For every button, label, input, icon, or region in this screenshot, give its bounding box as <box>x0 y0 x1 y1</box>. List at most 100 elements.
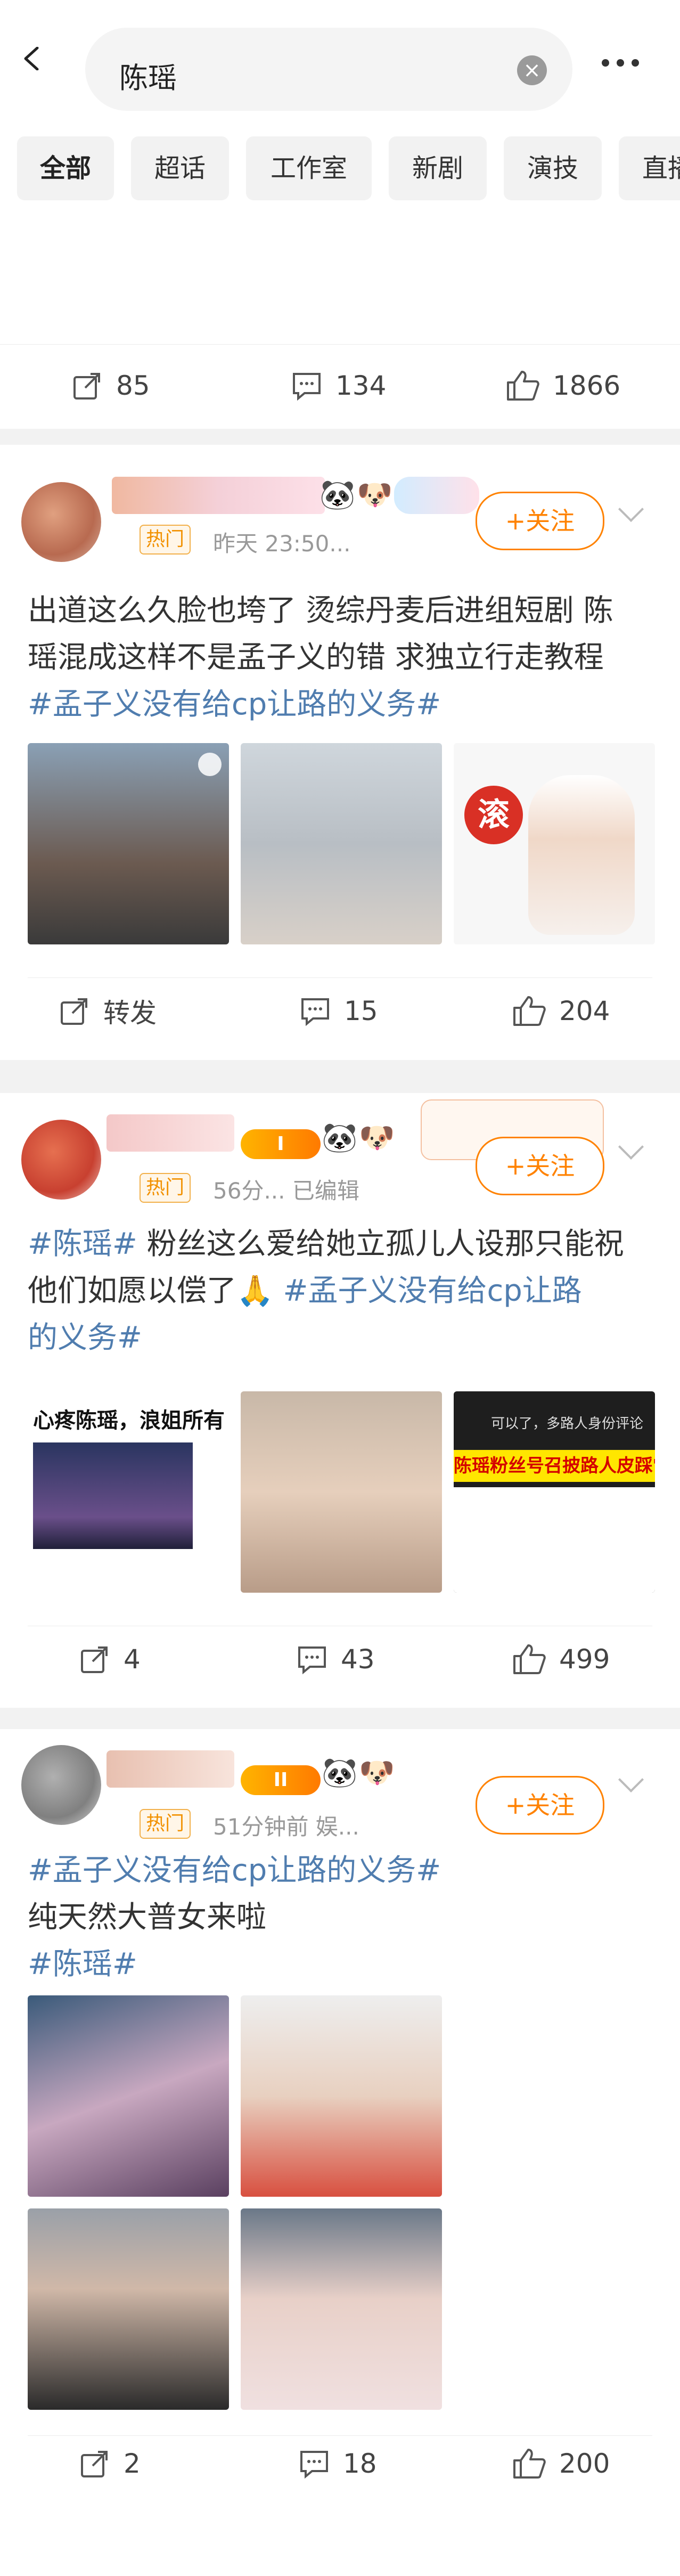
post-text-line: 瑶混成这样不是孟子义的错 求独立行走教程 <box>28 640 604 675</box>
comment-button[interactable]: 18 <box>298 2445 377 2482</box>
repost-button[interactable]: 85 <box>71 367 150 404</box>
comment-count: 18 <box>343 2448 377 2479</box>
post-card-1: 🐼 🐶 热门 昨天 23:50... +关注 出道这么久脸也垮了 烫综丹麦后进组… <box>0 445 680 1060</box>
sticker-sign: 滚 <box>464 786 523 844</box>
like-button[interactable]: 499 <box>512 1641 610 1678</box>
search-query: 陈瑶 <box>119 61 177 95</box>
hashtag-link[interactable]: #陈瑶# <box>28 1941 656 1988</box>
member-level-badge: II <box>241 1765 321 1795</box>
search-input[interactable]: 陈瑶 × <box>85 28 572 111</box>
dog-icon: 🐶 <box>357 478 393 511</box>
avatar[interactable] <box>21 1120 101 1200</box>
tab-acting[interactable]: 演技 <box>504 136 602 200</box>
post-image[interactable] <box>28 743 229 944</box>
filter-tabs: 全部 超话 工作室 新剧 演技 直播 <box>0 128 680 211</box>
tab-all[interactable]: 全部 <box>17 136 114 200</box>
post-image[interactable]: 可以了，多路人身份评论 陈瑶粉丝号召披路人皮踩常驻 <box>454 1391 655 1593</box>
dog-icon: 🐶 <box>359 1121 395 1154</box>
post-image[interactable] <box>28 2208 229 2410</box>
like-button[interactable]: 204 <box>512 992 610 1030</box>
post-image[interactable] <box>241 1391 442 1593</box>
repost-icon <box>61 998 87 1025</box>
tab-new-drama[interactable]: 新剧 <box>389 136 487 200</box>
chevron-down-icon[interactable] <box>618 1134 644 1160</box>
post-text-segment: 他们如愿以偿了🙏 <box>28 1274 283 1308</box>
post-text: #陈瑶# 粉丝这么爱给她立孤儿人设那只能祝 他们如愿以偿了🙏 #孟子义没有给cp… <box>28 1221 656 1362</box>
back-icon[interactable] <box>21 47 45 70</box>
repost-button[interactable]: 4 <box>79 1641 141 1678</box>
repost-icon <box>73 373 100 400</box>
chevron-down-icon[interactable] <box>618 1766 644 1793</box>
username-blurred[interactable] <box>106 1114 234 1152</box>
dog-icon: 🐶 <box>359 1756 395 1789</box>
sticker-figure <box>528 775 635 935</box>
action-bar: 85 134 1866 <box>0 344 680 429</box>
hashtag-link[interactable]: #陈瑶# <box>28 1227 137 1261</box>
like-button[interactable]: 1866 <box>506 367 620 404</box>
follow-button[interactable]: +关注 <box>476 1776 604 1835</box>
repost-count: 85 <box>116 370 150 401</box>
decoration-badge <box>394 477 479 514</box>
hashtag-link[interactable]: 的义务# <box>28 1315 656 1362</box>
hot-badge: 热门 <box>140 1173 191 1203</box>
panda-icon: 🐼 <box>322 1121 358 1154</box>
screenshot-body <box>454 1487 655 1593</box>
post-card-2: I 🐼 🐶 热门 56分... 已编辑 +关注 #陈瑶# 粉丝这么爱给她立孤儿人… <box>0 1093 680 1708</box>
post-text-line: 纯天然大普女来啦 <box>28 1900 266 1935</box>
like-count: 204 <box>559 996 610 1026</box>
post-image[interactable]: 滚 <box>454 743 655 944</box>
post-card-3: II 🐼 🐶 热门 51分钟前 娱... +关注 #孟子义没有给cp让路的义务#… <box>0 1729 680 2576</box>
post-time: 56分... 已编辑 <box>213 1178 359 1204</box>
hashtag-link[interactable]: #孟子义没有给cp让路的义务# <box>28 681 656 728</box>
like-icon <box>513 1644 546 1674</box>
comment-button[interactable]: 15 <box>299 992 378 1030</box>
hashtag-link[interactable]: #孟子义没有给cp让路的义务# <box>28 1847 656 1894</box>
comment-icon <box>300 2451 328 2479</box>
repost-button[interactable]: 转发 <box>59 992 157 1030</box>
post-text-line: 出道这么久脸也垮了 烫综丹麦后进组短剧 陈 <box>28 593 613 628</box>
screenshot-banner: 陈瑶粉丝号召披路人皮踩常驻 <box>454 1450 655 1482</box>
avatar[interactable] <box>21 482 101 562</box>
tab-studio[interactable]: 工作室 <box>246 136 372 200</box>
username-blurred[interactable] <box>112 477 325 514</box>
comment-button[interactable]: 134 <box>291 367 386 404</box>
post-image[interactable] <box>241 2208 442 2410</box>
repost-count: 2 <box>124 2448 141 2479</box>
like-count: 1866 <box>553 370 621 401</box>
post-separator <box>0 1708 680 1729</box>
clear-icon[interactable]: × <box>517 55 547 85</box>
tab-live[interactable]: 直播 <box>619 136 680 200</box>
comment-icon <box>301 998 329 1026</box>
comment-count: 134 <box>335 370 387 401</box>
panda-icon: 🐼 <box>322 1756 358 1789</box>
member-level-badge: I <box>241 1129 321 1159</box>
post-time: 昨天 23:50... <box>213 531 351 557</box>
follow-button[interactable]: +关注 <box>476 1137 604 1195</box>
tab-supertopic[interactable]: 超话 <box>131 136 229 200</box>
repost-icon <box>81 1646 108 1673</box>
divider <box>28 2435 652 2436</box>
comment-icon <box>298 1646 326 1675</box>
follow-button[interactable]: +关注 <box>476 492 604 550</box>
hashtag-link[interactable]: #孟子义没有给cp让路 <box>283 1274 582 1308</box>
divider <box>28 977 652 978</box>
post-text: 出道这么久脸也垮了 烫综丹麦后进组短剧 陈 瑶混成这样不是孟子义的错 求独立行走… <box>28 588 656 728</box>
hot-badge: 热门 <box>140 1809 191 1839</box>
avatar[interactable] <box>21 1745 101 1825</box>
repost-button[interactable]: 2 <box>79 2445 141 2482</box>
chevron-down-icon[interactable] <box>618 496 644 523</box>
image-video-frame <box>33 1442 193 1549</box>
post-text-segment: 粉丝这么爱给她立孤儿人设那只能祝 <box>137 1227 624 1261</box>
post-image[interactable]: 心疼陈瑶，浪姐所有 <box>28 1391 229 1593</box>
repost-label: 转发 <box>103 998 157 1029</box>
more-icon[interactable] <box>602 59 646 69</box>
post-image[interactable] <box>241 1995 442 2197</box>
username-blurred[interactable] <box>106 1750 234 1788</box>
like-icon <box>513 2449 546 2479</box>
like-icon <box>507 371 539 401</box>
like-button[interactable]: 200 <box>512 2445 610 2482</box>
comment-button[interactable]: 43 <box>296 1641 375 1678</box>
post-image[interactable] <box>28 1995 229 2197</box>
panda-icon: 🐼 <box>319 478 356 511</box>
post-image[interactable] <box>241 743 442 944</box>
